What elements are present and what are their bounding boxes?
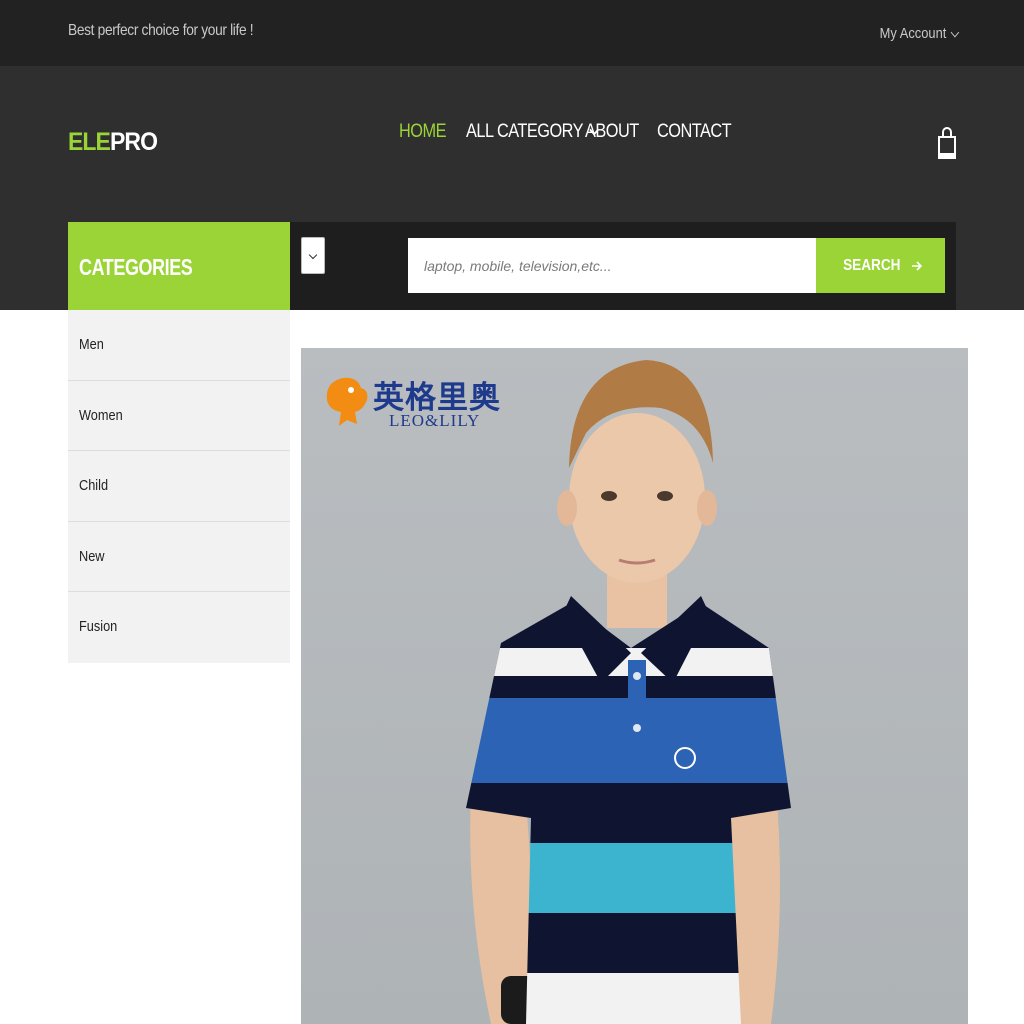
- my-account-dropdown[interactable]: My Account: [880, 25, 960, 42]
- hero-banner[interactable]: 英格里奥 LEO&LILY: [301, 348, 968, 1024]
- category-label: Child: [79, 477, 109, 494]
- search-button[interactable]: SEARCH: [816, 238, 945, 293]
- brand-name-english: LEO&LILY: [389, 411, 481, 430]
- shopping-bag-icon[interactable]: [937, 126, 957, 160]
- site-logo[interactable]: ELEPRO: [68, 128, 158, 157]
- arrow-right-icon: [912, 260, 923, 271]
- nav-contact[interactable]: CONTACT: [657, 121, 732, 143]
- categories-header[interactable]: CATEGORIES: [68, 222, 290, 310]
- tagline: Best perfecr choice for your life !: [68, 22, 254, 39]
- category-label: New: [79, 547, 105, 565]
- nav-home[interactable]: HOME: [399, 121, 446, 143]
- search-category-select[interactable]: [301, 237, 325, 274]
- search-input[interactable]: [408, 238, 817, 293]
- top-bar: Best perfecr choice for your life ! My A…: [0, 0, 1024, 66]
- category-label: Women: [79, 406, 123, 424]
- boy-in-striped-polo-image: [466, 360, 791, 1024]
- my-account-label: My Account: [880, 25, 947, 42]
- category-label: Fusion: [79, 618, 118, 635]
- search-button-label: SEARCH: [842, 256, 901, 274]
- categories-title: CATEGORIES: [79, 254, 193, 280]
- category-item-child[interactable]: Child: [68, 451, 290, 522]
- category-item-women[interactable]: Women: [68, 380, 290, 451]
- logo-part-pro: PRO: [109, 128, 158, 156]
- nav-all-category-label: ALL CATEGORY: [466, 121, 584, 142]
- category-item-new[interactable]: New: [68, 521, 290, 592]
- category-label: Men: [79, 336, 104, 353]
- category-list: Men Women Child New Fusion: [68, 310, 290, 663]
- lion-logo-icon: [326, 377, 368, 426]
- nav-about[interactable]: ABOUT: [585, 121, 639, 143]
- logo-part-ele: ELE: [68, 128, 111, 156]
- category-item-men[interactable]: Men: [68, 310, 290, 381]
- nav-all-category[interactable]: ALL CATEGORY: [466, 121, 600, 143]
- chevron-down-icon: [308, 250, 318, 260]
- category-item-fusion[interactable]: Fusion: [68, 592, 290, 663]
- chevron-down-icon: [950, 27, 960, 37]
